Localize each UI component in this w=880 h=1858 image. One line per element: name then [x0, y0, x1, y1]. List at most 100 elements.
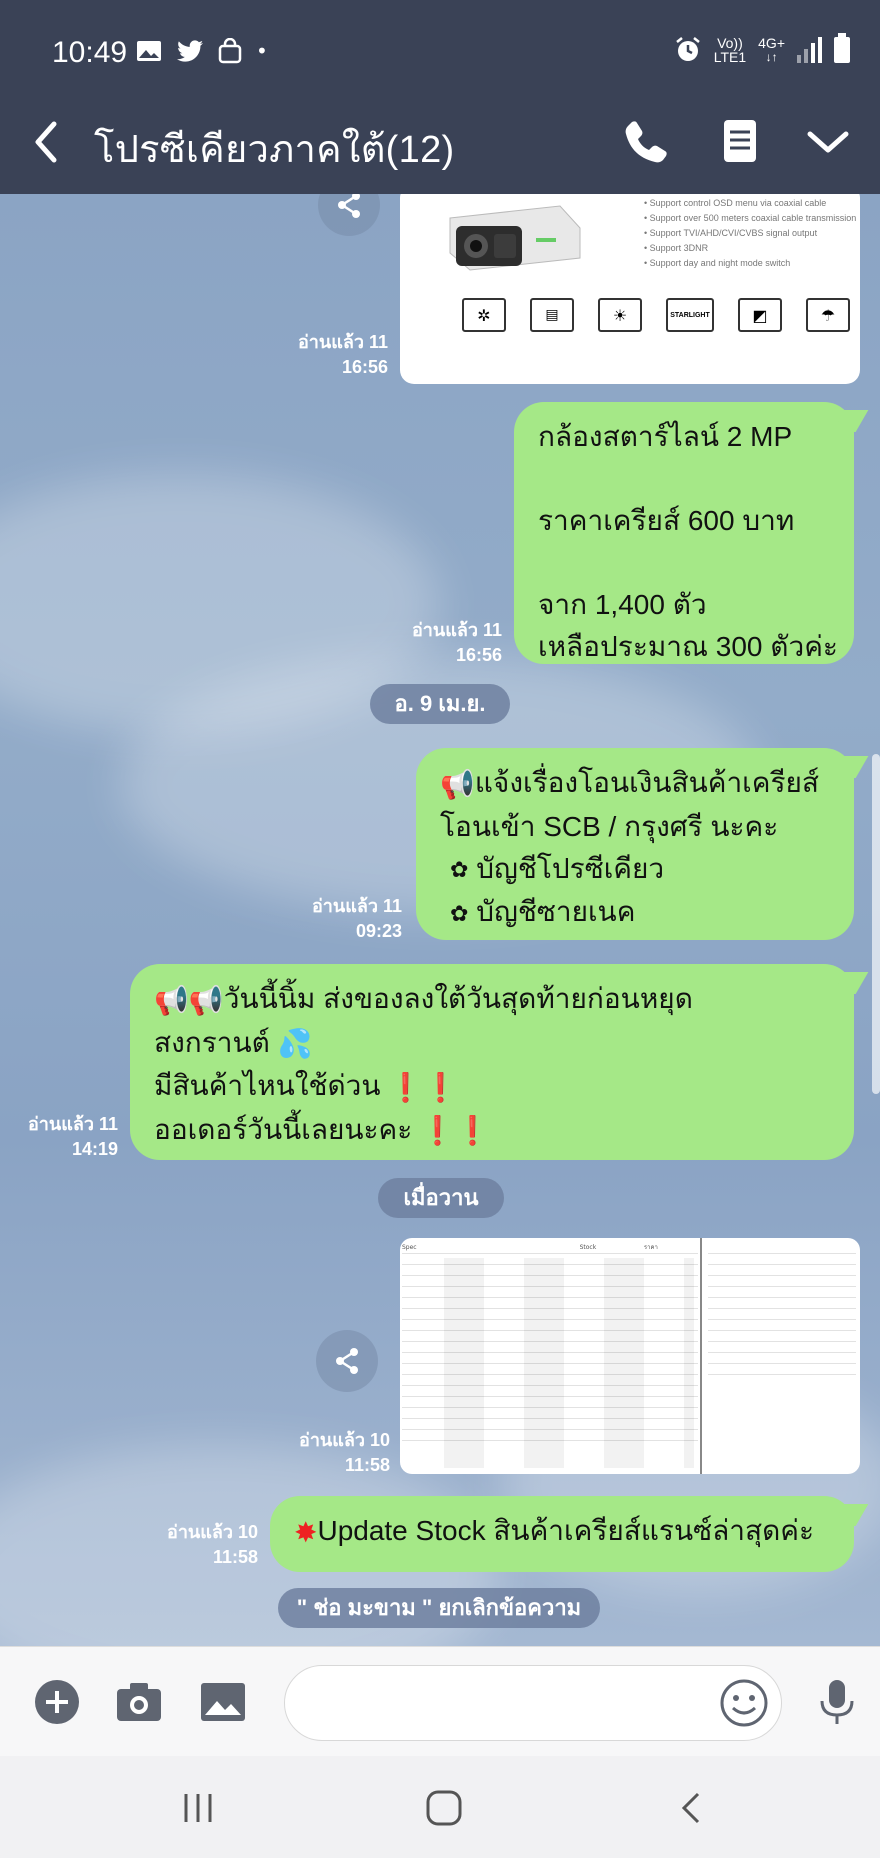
message-time: 11:58	[344, 1455, 390, 1475]
gallery-icon	[137, 41, 161, 61]
status-bar: 10:49 • Vo)) LTE1 4G+ ↓↑	[0, 0, 880, 92]
starburst-icon: ✸	[294, 1516, 318, 1548]
message-line-row: 📢📢วันนี้นิ้ม ส่งของลงใต้วันสุดท้ายก่อนหย…	[154, 978, 830, 1022]
message-time: 11:58	[212, 1547, 258, 1567]
read-receipt: อ่านแล้ว 11	[412, 620, 502, 640]
message-line-row: ออเดอร์วันนี้เลยนะคะ ❗❗	[154, 1109, 830, 1153]
message-input[interactable]	[284, 1665, 782, 1741]
feature-badge: ◩	[738, 298, 782, 332]
navigation-bar	[0, 1756, 880, 1858]
microphone-icon[interactable]	[812, 1677, 862, 1727]
date-separator: เมื่อวาน	[378, 1178, 504, 1218]
message-line-row: ✿ บัญชีซายเนค	[440, 891, 830, 935]
status-time: 10:49	[52, 36, 128, 69]
message-time: 09:23	[355, 921, 402, 941]
back-icon[interactable]	[672, 1788, 712, 1828]
camera-photo	[449, 205, 581, 271]
message-time: 14:19	[71, 1139, 118, 1159]
feature-badge: ☂	[806, 298, 850, 332]
feature-badge: ▤	[530, 298, 574, 332]
emoji-icon[interactable]	[718, 1677, 770, 1729]
message-line: บัญชีโปรซีเคียว	[476, 852, 665, 884]
phone-icon[interactable]	[618, 114, 674, 170]
message-bubble[interactable]: 📢📢วันนี้นิ้ม ส่งของลงใต้วันสุดท้ายก่อนหย…	[130, 964, 869, 1160]
table-header: ราคา	[643, 1242, 698, 1254]
system-notice: " ช่อ มะขาม " ยกเลิกข้อความ	[278, 1588, 600, 1628]
alarm-icon	[675, 37, 700, 61]
network-label: Vo)) LTE1	[714, 36, 746, 64]
signal-icon	[797, 37, 822, 63]
message-line: ออเดอร์วันนี้เลยนะคะ	[154, 1113, 413, 1145]
home-icon[interactable]	[424, 1788, 464, 1828]
message-line: วันนี้นิ้ม ส่งของลงใต้วันสุดท้ายก่อนหยุด	[223, 983, 693, 1014]
message-bubble[interactable]: กล้องสตาร์ไลน์ 2 MP ราคาเครียส์ 600 บาท …	[514, 402, 869, 664]
message-meta: อ่านแล้ว 10 11:58	[272, 1428, 390, 1478]
message-line: จาก 1,400 ตัว	[538, 589, 707, 620]
back-arrow-icon[interactable]	[26, 116, 66, 168]
message-line: แจ้งเรื่องโอนเงินสินค้าเครียส์	[474, 767, 819, 798]
chevron-down-icon[interactable]	[800, 114, 856, 170]
feature-badges: ✲ ▤ ☀ STARLIGHT ◩ ☂	[462, 298, 850, 332]
message-line: เหลือประมาณ 300 ตัวค่ะ	[538, 631, 838, 662]
battery-icon	[834, 33, 850, 63]
exclamation-icon: ❗❗	[420, 1115, 490, 1147]
read-receipt: อ่านแล้ว 11	[298, 332, 388, 352]
megaphone-icon: 📢📢	[154, 984, 224, 1016]
camera-icon[interactable]	[114, 1677, 164, 1727]
chat-title[interactable]: โปรซีเคียวภาคใต้(12)	[94, 118, 454, 179]
message-meta: อ่านแล้ว 11 09:23	[284, 894, 402, 944]
megaphone-icon: 📢	[440, 768, 475, 800]
feature-badge: ☀	[598, 298, 642, 332]
twitter-icon	[177, 40, 203, 62]
recent-apps-icon[interactable]	[178, 1788, 218, 1828]
feature-badge: ✲	[462, 298, 506, 332]
splash-icon: 💦	[277, 1028, 313, 1060]
message-meta: อ่านแล้ว 10 11:58	[140, 1520, 258, 1570]
lte-label: LTE1	[713, 49, 747, 65]
net-type-label: 4G+	[758, 35, 785, 51]
flower-icon: ✿	[450, 857, 469, 883]
spec-line: • Support control OSD menu via coaxial c…	[644, 198, 827, 208]
table-header: Spec	[402, 1242, 580, 1254]
bag-icon	[218, 38, 242, 64]
share-icon	[336, 1348, 358, 1374]
volte-label: Vo))	[717, 35, 743, 51]
read-receipt: อ่านแล้ว 10	[167, 1522, 258, 1542]
spec-line: • Support TVI/AHD/CVI/CVBS signal output	[644, 228, 818, 238]
flower-icon: ✿	[450, 900, 469, 926]
message-line-row: ✸Update Stock สินค้าเครียส์แรนซ์ล่าสุดค่…	[294, 1510, 830, 1554]
message-meta: อ่านแล้ว 11 16:56	[270, 330, 388, 380]
plus-icon[interactable]	[32, 1677, 82, 1727]
chat-area[interactable]: • Support control OSD menu via coaxial c…	[0, 194, 880, 1646]
read-receipt: อ่านแล้ว 11	[28, 1114, 118, 1134]
message-meta: อ่านแล้ว 11 16:56	[384, 618, 502, 668]
input-bar	[0, 1646, 880, 1756]
exclamation-icon: ❗❗	[388, 1071, 459, 1103]
message-line-row: มีสินค้าไหนใช้ด่วน ❗❗	[154, 1065, 830, 1109]
spec-line: • Support day and night mode switch	[644, 258, 791, 268]
message-bubble[interactable]: ✸Update Stock สินค้าเครียส์แรนซ์ล่าสุดค่…	[270, 1496, 869, 1572]
message-line-row: ✿ บัญชีโปรซีเคียว	[440, 848, 830, 892]
message-time: 16:56	[455, 645, 502, 665]
message-bubble[interactable]: 📢แจ้งเรื่องโอนเงินสินค้าเครียส์ โอนเข้า …	[416, 748, 869, 940]
message-line-row: สงกรานต์ 💦	[154, 1022, 830, 1066]
date-separator: อ. 9 เม.ย.	[370, 684, 510, 724]
message-line: กล้องสตาร์ไลน์ 2 MP	[538, 421, 793, 452]
stock-table-image[interactable]: Spec Stock ราคา	[400, 1238, 860, 1474]
spec-line: • Support 3DNR	[644, 243, 709, 253]
note-icon[interactable]	[712, 114, 768, 170]
scrollbar[interactable]	[872, 754, 880, 1094]
table-header: Stock	[579, 1242, 644, 1254]
read-receipt: อ่านแล้ว 10	[299, 1430, 390, 1450]
image-icon[interactable]	[198, 1677, 248, 1727]
message-line: โอนเข้า SCB / กรุงศรี นะคะ	[440, 810, 779, 842]
share-button[interactable]	[316, 1330, 378, 1392]
message-time: 16:56	[341, 357, 388, 377]
starlight-badge: STARLIGHT	[666, 298, 714, 332]
spec-list: • Support control OSD menu via coaxial c…	[644, 196, 856, 271]
camera-spec-image[interactable]: • Support control OSD menu via coaxial c…	[400, 194, 860, 384]
share-button[interactable]	[318, 194, 380, 236]
message-line: มีสินค้าไหนใช้ด่วน	[154, 1070, 381, 1102]
message-meta: อ่านแล้ว 11 14:19	[0, 1112, 118, 1162]
dot-icon: •	[256, 39, 268, 63]
